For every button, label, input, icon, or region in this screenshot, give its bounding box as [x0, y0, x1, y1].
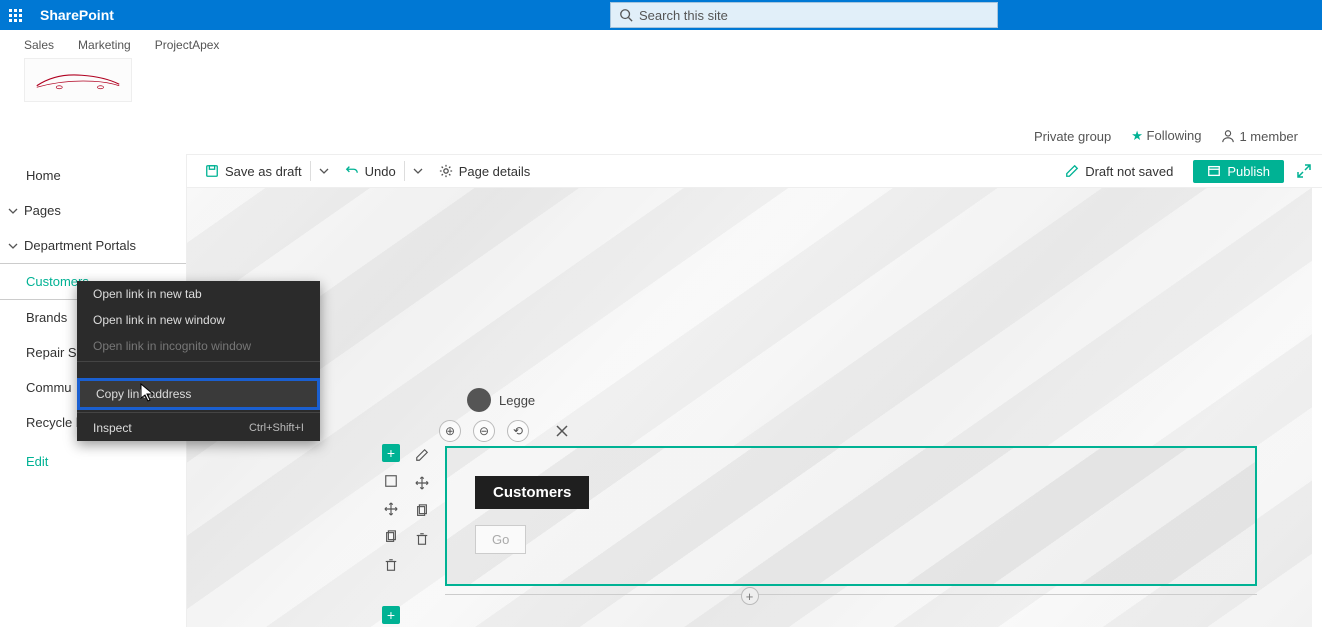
edit-webpart-button[interactable] [413, 446, 431, 464]
go-button[interactable]: Go [475, 525, 526, 554]
duplicate-webpart-button[interactable] [413, 502, 431, 520]
ctx-shortcut: Ctrl+Shift+I [249, 422, 304, 434]
copy-icon [415, 504, 429, 518]
page-canvas: Legge ⊕ ⊖ ⟲ + Customers [187, 188, 1312, 627]
pencil-icon [415, 448, 429, 462]
search-input[interactable]: Search this site [610, 2, 998, 28]
site-logo[interactable] [24, 58, 132, 102]
publish-icon [1207, 164, 1221, 178]
section-toolbar: + [382, 444, 400, 574]
save-as-draft-button[interactable]: Save as draft [197, 164, 310, 179]
delete-section-button[interactable] [382, 556, 400, 574]
move-icon [415, 476, 429, 490]
section-divider [445, 594, 1257, 595]
move-icon [384, 502, 398, 516]
close-icon [555, 424, 569, 438]
star-icon: ★ [1131, 128, 1143, 143]
webpart-top-toolbar: ⊕ ⊖ ⟲ [439, 420, 571, 442]
save-dropdown[interactable] [311, 166, 337, 176]
author-name: Legge [499, 393, 535, 408]
ctx-open-incognito: Open link in incognito window [77, 333, 320, 359]
hero-webpart[interactable]: Customers Go [445, 446, 1257, 586]
trash-icon [415, 532, 429, 546]
chevron-down-icon [8, 206, 18, 216]
close-button[interactable] [553, 422, 571, 440]
search-container: Search this site [610, 2, 998, 28]
ctx-open-new-tab[interactable]: Open link in new tab [77, 281, 320, 307]
car-logo-icon [33, 68, 123, 93]
publish-button[interactable]: Publish [1193, 160, 1284, 183]
app-launcher[interactable] [0, 0, 30, 30]
delete-webpart-button[interactable] [413, 530, 431, 548]
nav-department-portals[interactable]: Department Portals [0, 228, 186, 263]
site-info: Private group ★ Following 1 member [1034, 128, 1298, 144]
add-section-bottom-button[interactable]: + [382, 606, 400, 624]
add-webpart-button[interactable]: + [741, 587, 759, 605]
save-icon [205, 164, 219, 178]
ctx-inspect[interactable]: InspectCtrl+Shift+I [77, 415, 320, 441]
ctx-copy-link-address[interactable]: Copy link address [77, 378, 320, 410]
following-toggle[interactable]: ★ Following [1131, 128, 1201, 144]
webpart-toolbar [413, 446, 431, 548]
zoom-out-button[interactable]: ⊖ [473, 420, 495, 442]
pencil-icon [1065, 164, 1079, 178]
webpart-title: Customers [475, 476, 589, 509]
suite-header: SharePoint Search this site [0, 0, 1322, 30]
expand-icon[interactable] [1296, 163, 1312, 179]
members-button[interactable]: 1 member [1221, 129, 1298, 144]
draft-status: Draft not saved [1057, 164, 1181, 179]
page-details-button[interactable]: Page details [431, 164, 539, 179]
privacy-label: Private group [1034, 129, 1111, 144]
hub-nav-item[interactable]: Sales [24, 38, 54, 52]
ctx-separator [77, 412, 320, 413]
person-icon [1221, 129, 1235, 143]
search-placeholder: Search this site [639, 8, 728, 23]
undo-dropdown[interactable] [405, 166, 431, 176]
chevron-down-icon [319, 166, 329, 176]
nav-home[interactable]: Home [0, 158, 186, 193]
add-section-button[interactable]: + [382, 444, 400, 462]
ctx-open-new-window[interactable]: Open link in new window [77, 307, 320, 333]
gear-icon [439, 164, 453, 178]
avatar [467, 388, 491, 412]
copy-icon [384, 530, 398, 544]
chevron-down-icon [413, 166, 423, 176]
zoom-in-button[interactable]: ⊕ [439, 420, 461, 442]
hub-nav: Sales Marketing ProjectApex [0, 30, 1322, 56]
move-section-button[interactable] [382, 500, 400, 518]
move-webpart-button[interactable] [413, 474, 431, 492]
context-menu: Open link in new tab Open link in new wi… [77, 281, 320, 441]
edit-section-button[interactable] [382, 472, 400, 490]
edit-icon [384, 474, 398, 488]
duplicate-section-button[interactable] [382, 528, 400, 546]
brand-label[interactable]: SharePoint [40, 7, 114, 23]
author-badge[interactable]: Legge [467, 388, 535, 412]
hub-nav-item[interactable]: Marketing [78, 38, 131, 52]
nav-edit-link[interactable]: Edit [0, 440, 186, 483]
undo-icon [345, 164, 359, 178]
undo-button[interactable]: Undo [337, 164, 404, 179]
chevron-down-icon [8, 241, 18, 251]
search-icon [619, 8, 633, 22]
nav-pages[interactable]: Pages [0, 193, 186, 228]
ctx-separator [77, 361, 320, 362]
command-bar: Save as draft Undo Page details Draft no… [187, 154, 1322, 188]
hub-nav-item[interactable]: ProjectApex [155, 38, 220, 52]
trash-icon [384, 558, 398, 572]
reset-button[interactable]: ⟲ [507, 420, 529, 442]
